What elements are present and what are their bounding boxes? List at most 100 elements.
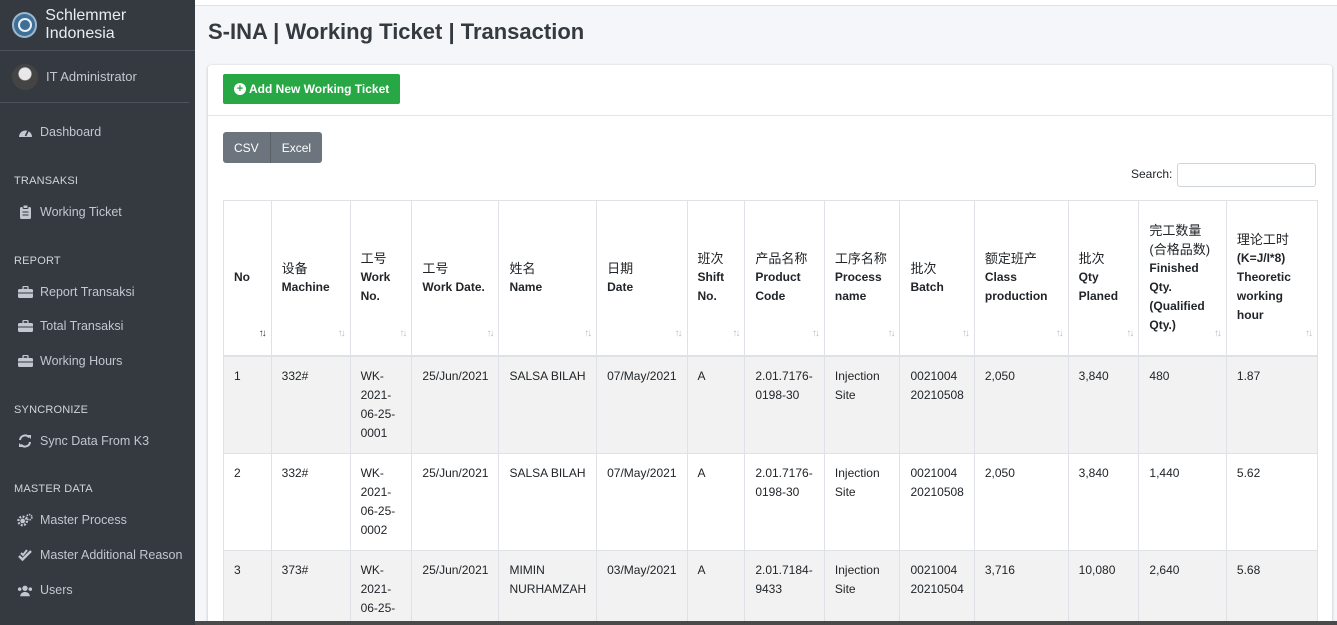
column-header-product-code[interactable]: 产品名称 Product Code ↑↓ bbox=[744, 200, 825, 357]
cell-class-production: 3,716 bbox=[973, 549, 1069, 625]
cell-shift: A bbox=[686, 452, 746, 551]
cell-machine: 373# bbox=[270, 549, 351, 625]
tachometer-icon bbox=[17, 125, 33, 139]
cell-process-name: Injection Site bbox=[823, 452, 901, 551]
cell-theoretic-hour: 5.62 bbox=[1225, 452, 1318, 551]
column-header-cn: 设备 bbox=[281, 260, 308, 276]
column-header-no[interactable]: No ↑↓ bbox=[223, 200, 272, 357]
column-header-label: Name bbox=[509, 279, 543, 294]
column-header-cn: 完工数量(合格品数) bbox=[1149, 222, 1211, 257]
cell-batch: 0021004 20210508 bbox=[899, 452, 975, 551]
cell-work-date: 25/Jun/2021 bbox=[411, 452, 500, 551]
sidebar-item-sync[interactable]: Sync Data From K3 bbox=[0, 429, 195, 453]
suitcase-icon bbox=[17, 319, 33, 333]
sort-icon: ↑↓ bbox=[887, 327, 895, 339]
cell-process-name: Injection Site bbox=[823, 355, 901, 454]
sidebar-item-users[interactable]: Users bbox=[0, 578, 195, 602]
sidebar-item-label: Total Transaksi bbox=[40, 319, 124, 333]
sidebar-item-report-transaksi[interactable]: Report Transaksi bbox=[0, 280, 195, 304]
column-header-theoretic-working-hour[interactable]: 理论工时 (K=J/I*8) Theoretic working hour ↑↓ bbox=[1225, 200, 1318, 357]
user-name: IT Administrator bbox=[46, 69, 137, 84]
cell-batch: 0021004 20210508 bbox=[899, 355, 975, 454]
column-header-label: (K=J/I*8) Theoretic working hour bbox=[1236, 251, 1291, 323]
table-container: No ↑↓ 设备 Machine ↑↓ 工号 Work No. ↑↓ 工号 Wo… bbox=[223, 200, 1318, 625]
cell-theoretic-hour: 5.68 bbox=[1225, 549, 1318, 625]
column-header-label: No bbox=[234, 270, 250, 285]
column-header-cn: 姓名 bbox=[509, 260, 536, 276]
table-row[interactable]: 1 332# WK-2021-06-25-0001 25/Jun/2021 SA… bbox=[223, 355, 1318, 454]
content-wrapper: S-INA | Working Ticket | Transaction + A… bbox=[195, 0, 1337, 625]
sort-icon: ↑↓ bbox=[961, 327, 970, 339]
column-header-cn: 理论工时 bbox=[1236, 232, 1289, 248]
export-button-group: CSV Excel bbox=[223, 132, 323, 163]
sidebar-item-label: Master Process bbox=[40, 513, 127, 527]
column-header-work-no[interactable]: 工号 Work No. ↑↓ bbox=[349, 200, 413, 357]
column-header-name[interactable]: 姓名 Name ↑↓ bbox=[498, 200, 598, 357]
cell-batch: 0021004 20210504 bbox=[899, 549, 975, 625]
column-header-machine[interactable]: 设备 Machine ↑↓ bbox=[270, 200, 351, 357]
cell-finished-qty: 480 bbox=[1138, 355, 1227, 454]
column-header-batch[interactable]: 批次 Batch ↑↓ bbox=[899, 200, 975, 357]
column-header-work-date[interactable]: 工号 Work Date. ↑↓ bbox=[411, 200, 500, 357]
sidebar-item-working-hours[interactable]: Working Hours bbox=[0, 349, 195, 373]
suitcase-icon bbox=[17, 354, 33, 368]
cell-work-date: 25/Jun/2021 bbox=[411, 355, 500, 454]
cogs-icon bbox=[17, 513, 33, 527]
nav-header-syncronize: SYNCRONIZE bbox=[14, 404, 89, 416]
sort-icon: ↑↓ bbox=[811, 327, 820, 339]
user-panel[interactable]: IT Administrator bbox=[0, 51, 189, 103]
column-header-label: Shift No. bbox=[697, 270, 725, 304]
sort-icon: ↑↓ bbox=[399, 327, 407, 339]
add-new-working-ticket-button[interactable]: + Add New Working Ticket bbox=[223, 74, 401, 104]
sort-icon: ↑↓ bbox=[486, 327, 494, 339]
column-header-label: Date bbox=[607, 279, 634, 294]
cell-no: 2 bbox=[223, 452, 272, 551]
column-header-shift[interactable]: 班次 Shift No. ↑↓ bbox=[686, 200, 746, 357]
cell-qty-planed: 3,840 bbox=[1067, 355, 1140, 454]
page-title: S-INA | Working Ticket | Transaction bbox=[208, 19, 585, 44]
cell-work-date: 25/Jun/2021 bbox=[411, 549, 500, 625]
cell-finished-qty: 2,640 bbox=[1138, 549, 1227, 625]
sidebar-item-dashboard[interactable]: Dashboard bbox=[0, 120, 195, 144]
search-input[interactable] bbox=[1177, 163, 1316, 187]
excel-button[interactable]: Excel bbox=[269, 132, 323, 163]
column-header-cn: 批次 bbox=[1078, 251, 1105, 267]
users-icon bbox=[17, 583, 33, 597]
csv-button[interactable]: CSV bbox=[223, 132, 270, 163]
add-button-label: Add New Working Ticket bbox=[249, 82, 390, 96]
sidebar-item-master-additional-reason[interactable]: Master Additional Reason bbox=[0, 543, 195, 567]
sidebar-item-label: Working Ticket bbox=[40, 205, 122, 219]
sidebar-item-label: Sync Data From K3 bbox=[40, 434, 150, 448]
cell-name: SALSA BILAH bbox=[498, 355, 598, 454]
column-header-qty-planed[interactable]: 批次 Qty Planed ↑↓ bbox=[1067, 200, 1140, 357]
column-header-class-production[interactable]: 额定班产 Class production ↑↓ bbox=[973, 200, 1069, 357]
cell-class-production: 2,050 bbox=[973, 355, 1069, 454]
sort-icon: ↑↓ bbox=[674, 327, 683, 339]
sidebar-item-total-transaksi[interactable]: Total Transaksi bbox=[0, 314, 195, 338]
column-header-finished-qty[interactable]: 完工数量(合格品数) Finished Qty. (Qualified Qty.… bbox=[1138, 200, 1227, 357]
cell-date: 03/May/2021 bbox=[596, 549, 688, 625]
suitcase-icon bbox=[17, 285, 33, 299]
brand-link[interactable]: Schlemmer Indonesia bbox=[0, 0, 195, 51]
cell-qty-planed: 10,080 bbox=[1067, 549, 1140, 625]
taskbar-edge bbox=[195, 621, 1337, 625]
column-header-date[interactable]: 日期 Date ↑↓ bbox=[596, 200, 688, 357]
content-card: + Add New Working Ticket CSV Excel Searc… bbox=[208, 65, 1332, 625]
brand-name: Schlemmer Indonesia bbox=[45, 7, 127, 42]
cell-product-code: 2.01.7184-9433 bbox=[744, 549, 825, 625]
cell-work-no: WK-2021-06-25- bbox=[349, 549, 413, 625]
cell-machine: 332# bbox=[270, 452, 351, 551]
sidebar-item-master-process[interactable]: Master Process bbox=[0, 508, 195, 532]
sort-icon: ↑↓ bbox=[1213, 327, 1222, 339]
column-header-process-name[interactable]: 工序名称 Process name ↑↓ bbox=[823, 200, 901, 357]
avatar bbox=[12, 63, 38, 90]
column-header-cn: 班次 bbox=[697, 251, 724, 267]
sync-icon bbox=[17, 434, 33, 448]
sidebar-item-label: Report Transaksi bbox=[40, 285, 135, 299]
sidebar-item-working-ticket[interactable]: Working Ticket bbox=[0, 200, 195, 224]
cell-shift: A bbox=[686, 549, 746, 625]
table-row[interactable]: 3 373# WK-2021-06-25- 25/Jun/2021 MIMIN … bbox=[223, 549, 1318, 625]
table-row[interactable]: 2 332# WK-2021-06-25-0002 25/Jun/2021 SA… bbox=[223, 452, 1318, 551]
sidebar-item-label: Master Additional Reason bbox=[40, 548, 183, 562]
column-header-cn: 额定班产 bbox=[984, 251, 1037, 267]
